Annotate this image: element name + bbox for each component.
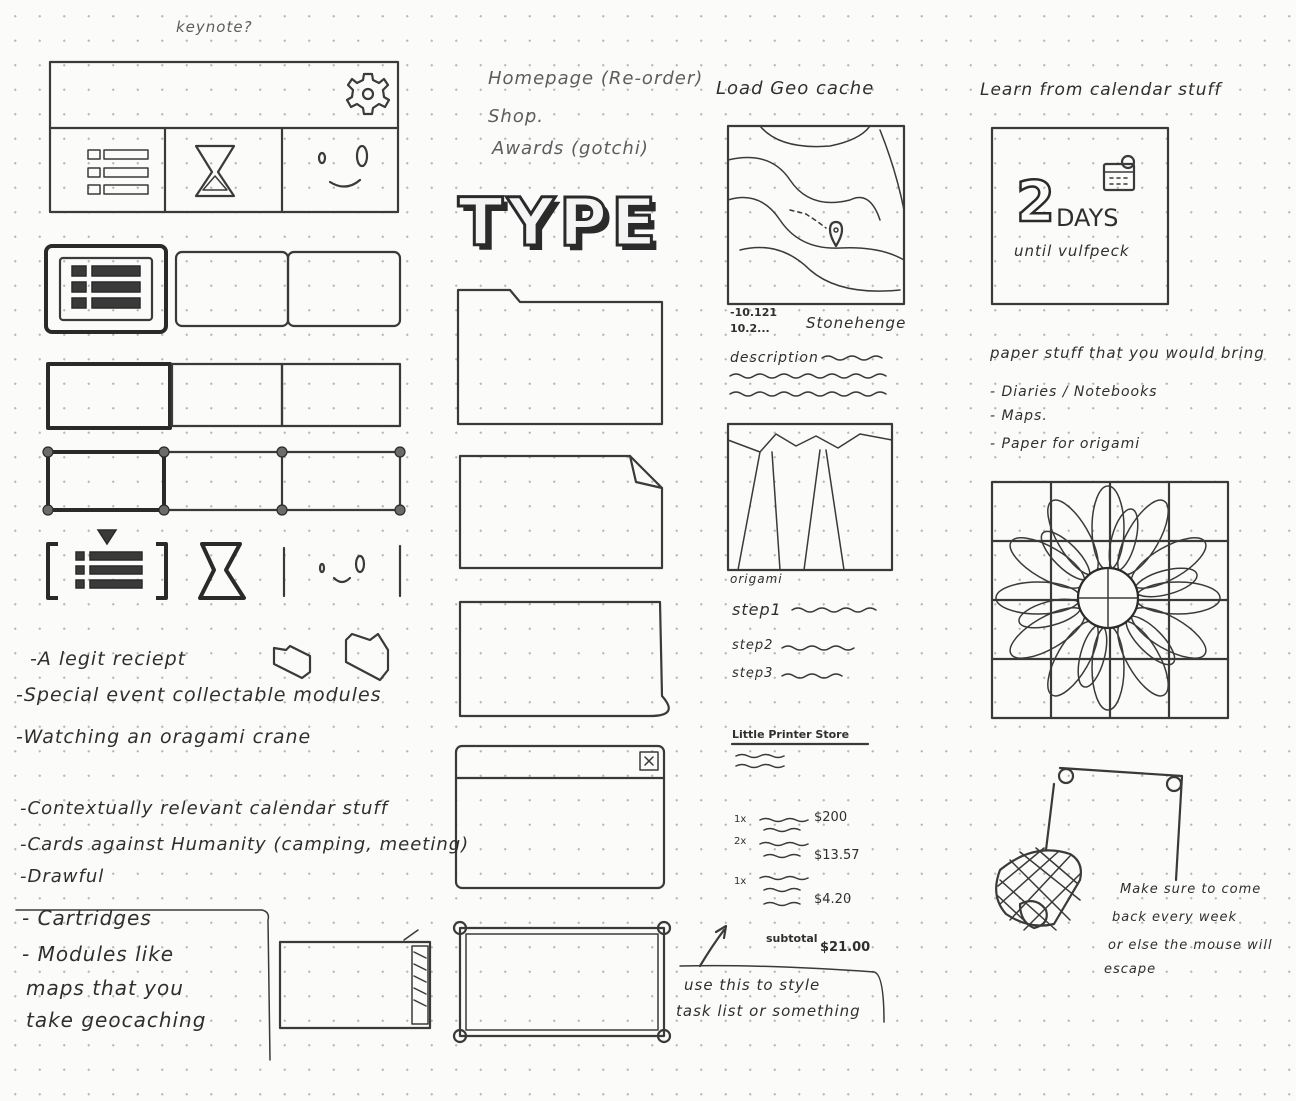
geocache-title: Load Geo cache — [716, 78, 875, 99]
paper-item-diaries: - Diaries / Notebooks — [990, 384, 1158, 400]
menu-item-shop[interactable]: Shop. — [488, 106, 544, 127]
wireframe-sketch-layer — [15, 60, 1230, 1061]
receipt-subtotal-label: subtotal — [766, 932, 818, 945]
origami-label: origami — [730, 572, 783, 586]
boxed-note-cartridges: - Cartridges — [22, 906, 152, 930]
map-description: description — [730, 350, 819, 366]
calendar-icon — [1102, 154, 1136, 192]
task-note-1: use this to style — [684, 976, 821, 994]
tab-style-3 — [42, 446, 406, 516]
hourglass-icon — [194, 144, 236, 198]
note-collectable-modules: -Special event collectable modules — [16, 684, 382, 706]
tab-style-1 — [44, 244, 402, 334]
note-receipt: -A legit reciept — [30, 648, 187, 670]
origami-step-2: step2 — [732, 638, 774, 653]
countdown-unit: DAYS — [1056, 204, 1119, 232]
origami-step-1: step1 — [732, 600, 782, 619]
note-calendar: -Contextually relevant calendar stuff — [20, 798, 389, 819]
menu-item-homepage[interactable]: Homepage (Re-order) — [488, 68, 703, 89]
receipt-price-2: $13.57 — [814, 848, 860, 863]
map-place: Stonehenge — [806, 314, 907, 332]
note-origami-crane: -Watching an oragami crane — [16, 726, 312, 748]
origami-image — [726, 422, 894, 572]
mouse-note-3: or else the mouse will — [1108, 938, 1273, 953]
desc-line — [821, 355, 883, 361]
geocache-map — [726, 124, 906, 306]
mouse-note-2: back every week — [1112, 910, 1238, 925]
window-card — [454, 744, 666, 890]
mouse-note-4: escape — [1104, 962, 1157, 977]
countdown-until: until vulfpeck — [1014, 242, 1130, 260]
boxed-note-modules: - Modules like — [22, 942, 175, 966]
folder-icon — [272, 632, 390, 682]
cartridge-module — [278, 929, 432, 1030]
paper-item-origami: - Paper for origami — [990, 436, 1141, 452]
menu-item-awards[interactable]: Awards (gotchi) — [492, 138, 649, 159]
mouse-note-1: Make sure to come — [1120, 882, 1262, 897]
receipt-qty-2: 2x — [734, 836, 747, 847]
map-date-1: -10.121 — [730, 306, 778, 319]
folder-card — [456, 288, 664, 426]
receipt-price-1: $200 — [814, 810, 848, 825]
gear-icon — [345, 72, 391, 116]
list-icon — [87, 149, 149, 195]
receipt-price-3: $4.20 — [814, 892, 852, 907]
boxed-note-geocaching: take geocaching — [26, 1008, 207, 1032]
curled-card — [458, 600, 670, 718]
face-icon — [317, 144, 369, 188]
receipt-qty-3: 1x — [734, 876, 747, 887]
tab-style-2 — [46, 362, 402, 430]
countdown-number: 2 — [1015, 169, 1056, 237]
receipt-qty-1: 1x — [734, 814, 747, 825]
task-note-2: task list or something — [676, 1002, 861, 1020]
paper-title: paper stuff that you would bring — [990, 344, 1265, 362]
ornate-card — [452, 920, 672, 1044]
flower-drawing — [995, 485, 1221, 711]
arrow-icon — [698, 924, 728, 968]
map-date-2: 10.2... — [730, 322, 770, 335]
calendar-title: Learn from calendar stuff — [980, 80, 1222, 100]
page-card — [458, 454, 664, 570]
type-title: TYPE — [456, 183, 661, 263]
note-cards-against-humanity: -Cards against Humanity (camping, meetin… — [20, 834, 470, 855]
origami-step-3: step3 — [732, 666, 774, 681]
boxed-note-maps: maps that you — [26, 976, 184, 1000]
icon-row-bracketed — [46, 529, 402, 600]
hanging-sign — [1044, 766, 1184, 882]
note-drawful: -Drawful — [20, 866, 105, 887]
paper-item-maps: - Maps. — [990, 408, 1048, 424]
mouse-trap-icon — [995, 847, 1082, 931]
receipt-subtotal-value: $21.00 — [820, 940, 871, 955]
store-title: Little Printer Store — [732, 728, 850, 741]
map-pin-icon — [828, 220, 844, 248]
